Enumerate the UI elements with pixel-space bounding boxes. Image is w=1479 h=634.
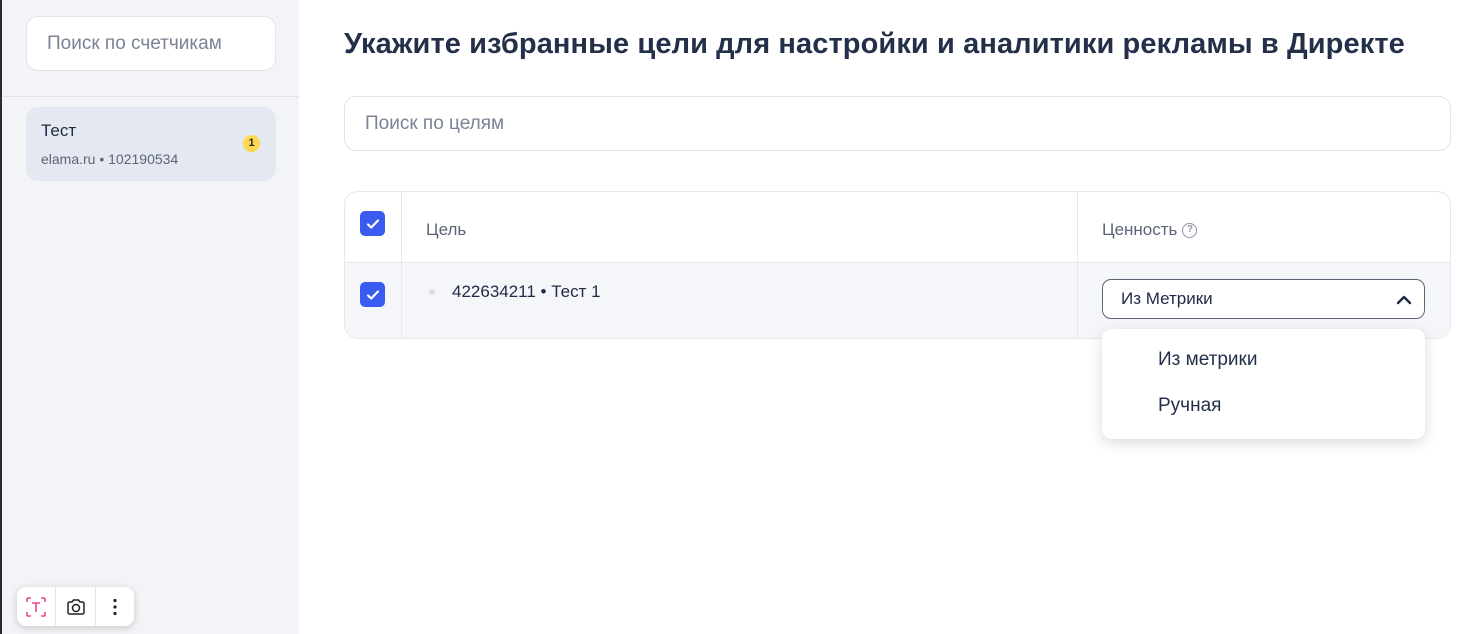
value-source-selected: Из Метрики xyxy=(1121,289,1213,308)
sidebar: Тест elama.ru • 102190534 1 xyxy=(0,0,299,634)
value-source-dropdown: Из метрики Ручная xyxy=(1102,329,1425,439)
select-all-checkbox[interactable] xyxy=(360,211,385,236)
help-icon[interactable]: ? xyxy=(1182,222,1198,238)
value-source-select[interactable]: Из Метрики xyxy=(1102,279,1425,319)
counter-item[interactable]: Тест elama.ru • 102190534 1 xyxy=(26,107,276,181)
column-header-value-label: Ценность xyxy=(1102,220,1178,239)
text-select-button[interactable] xyxy=(17,587,55,626)
dropdown-option-metrika[interactable]: Из метрики xyxy=(1158,349,1257,371)
sidebar-divider xyxy=(2,96,299,97)
screenshot-button[interactable] xyxy=(56,587,94,626)
app-root: Тест elama.ru • 102190534 1 xyxy=(0,0,1479,634)
goals-table: Цель Ценность ? 422634211 • Тест 1 Из Ме… xyxy=(344,191,1451,339)
more-vertical-icon xyxy=(113,598,117,615)
dropdown-option-manual[interactable]: Ручная xyxy=(1158,395,1221,417)
text-select-icon xyxy=(26,596,46,617)
camera-icon xyxy=(66,598,85,615)
counter-badge: 1 xyxy=(243,135,260,152)
more-button[interactable] xyxy=(96,587,134,626)
column-header-goal: Цель xyxy=(426,220,467,239)
counter-name: Тест xyxy=(41,121,77,140)
goal-label: 422634211 • Тест 1 xyxy=(452,282,601,301)
column-divider xyxy=(1077,192,1078,338)
goal-search-input[interactable] xyxy=(344,96,1451,151)
check-icon xyxy=(366,218,379,229)
row-checkbox[interactable] xyxy=(360,282,385,307)
column-divider xyxy=(401,192,402,338)
floating-toolbar xyxy=(17,587,134,626)
column-header-value: Ценность ? xyxy=(1102,220,1198,240)
counter-subtitle: elama.ru • 102190534 xyxy=(41,151,179,167)
check-icon xyxy=(366,289,379,300)
chevron-up-icon xyxy=(1396,295,1412,305)
goal-status-dot xyxy=(429,289,435,295)
counter-search-input[interactable] xyxy=(26,16,276,71)
page-title: Укажите избранные цели для настройки и а… xyxy=(344,28,1405,60)
